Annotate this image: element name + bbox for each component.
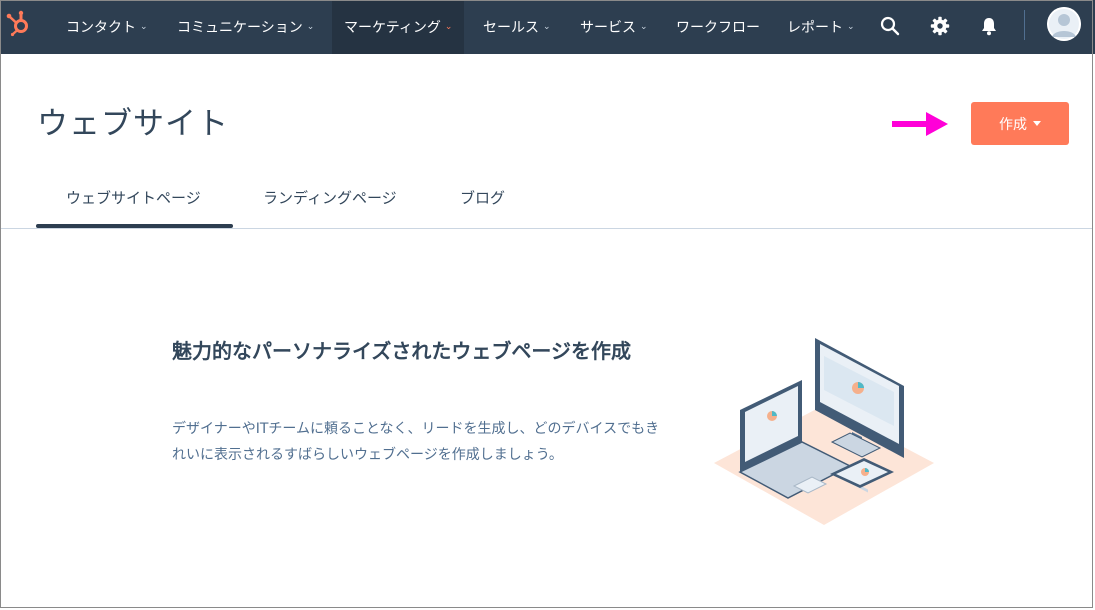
create-button[interactable]: 作成: [971, 102, 1069, 145]
nav-item-workflows[interactable]: ワークフロー: [676, 0, 760, 54]
bell-icon[interactable]: [977, 14, 1001, 38]
search-icon[interactable]: [878, 14, 902, 38]
chevron-down-icon: ⌄: [640, 22, 648, 32]
hubspot-logo-icon[interactable]: [4, 8, 34, 38]
gear-icon[interactable]: [928, 14, 952, 38]
chevron-down-icon: ⌄: [543, 22, 551, 32]
pointer-arrow-icon: [892, 112, 948, 136]
chevron-down-icon: ⌄: [444, 22, 453, 32]
nav-divider: [1024, 10, 1025, 40]
avatar[interactable]: [1047, 7, 1081, 41]
tab-bar: ウェブサイトページ ランディングページ ブログ: [0, 170, 1093, 229]
nav-item-label: コミュニケーション: [177, 20, 303, 36]
tab-landing-pages[interactable]: ランディングページ: [263, 187, 397, 208]
nav-item-label: セールス: [483, 20, 539, 36]
nav-item-reports[interactable]: レポート ⌄: [787, 0, 855, 54]
nav-item-communications[interactable]: コミュニケーション ⌄: [177, 0, 314, 54]
chevron-down-icon: ⌄: [847, 22, 855, 32]
active-tab-indicator: [36, 224, 233, 228]
top-navigation-bar: コンタクト ⌄ コミュニケーション ⌄ マーケティング ⌄ セールス ⌄ サービス ⌄ ワ…: [0, 0, 1095, 54]
caret-down-icon: [1033, 121, 1041, 126]
nav-item-marketing[interactable]: マーケティング ⌄: [332, 0, 465, 54]
empty-state-description: デザイナーやITチームに頼ることなく、リードを生成し、どのデバイスでもきれいに表…: [172, 421, 660, 463]
nav-item-label: マーケティング: [344, 20, 441, 36]
nav-item-label: ワークフロー: [676, 20, 760, 36]
nav-item-label: コンタクト: [66, 20, 136, 36]
chevron-down-icon: ⌄: [140, 22, 148, 32]
nav-item-label: レポート: [787, 20, 843, 36]
nav-item-sales[interactable]: セールス ⌄: [483, 0, 551, 54]
nav-item-service[interactable]: サービス ⌄: [580, 0, 648, 54]
empty-state-heading: 魅力的なパーソナライズされたウェブページを作成: [172, 339, 631, 363]
devices-illustration-icon: [714, 338, 934, 525]
nav-item-label: サービス: [580, 20, 636, 36]
chevron-down-icon: ⌄: [306, 22, 315, 32]
page-title: ウェブサイト: [37, 106, 229, 142]
create-button-label: 作成: [999, 115, 1027, 132]
nav-item-contacts[interactable]: コンタクト ⌄: [66, 0, 148, 54]
tab-blog[interactable]: ブログ: [460, 187, 505, 208]
tab-website-pages[interactable]: ウェブサイトページ: [66, 187, 201, 208]
